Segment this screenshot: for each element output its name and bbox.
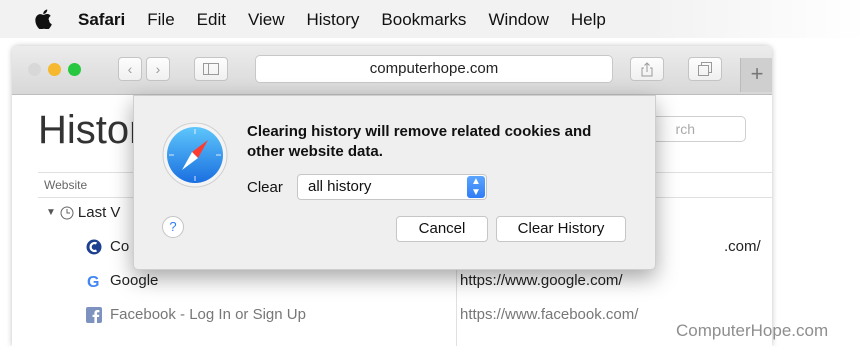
apple-icon[interactable] [34,9,52,29]
sidebar-button[interactable] [194,57,228,81]
back-button[interactable]: ‹ [118,57,142,81]
tabs-overview-button[interactable] [688,57,722,81]
cancel-button[interactable]: Cancel [396,216,488,242]
share-button[interactable] [630,57,664,81]
history-row-title: Google [110,272,159,289]
history-group-label: Last V [77,204,121,221]
dialog-message: Clearing history will remove related coo… [247,123,592,160]
svg-text:G: G [87,274,99,289]
clear-range-value: all history [308,178,372,195]
sidebar-icon [203,63,219,75]
clear-history-button[interactable]: Clear History [496,216,626,242]
computerhope-favicon-icon [86,239,102,255]
safari-compass-icon [162,122,228,188]
tabs-icon [698,62,712,76]
menu-app-name[interactable]: Safari [78,10,125,30]
menu-file[interactable]: File [147,10,174,30]
close-window-button[interactable] [28,63,41,76]
menu-view[interactable]: View [248,10,285,30]
history-row[interactable]: Facebook - Log In or Sign Up https://www… [38,300,772,330]
facebook-favicon-icon [86,307,102,323]
menu-bar: Safari File Edit View History Bookmarks … [0,0,866,38]
clock-icon [60,206,74,220]
disclosure-triangle-icon[interactable]: ▼ [46,198,56,228]
clear-label: Clear [247,179,283,196]
watermark: ComputerHope.com [676,321,829,340]
history-row-url: https://www.facebook.com/ [460,306,639,323]
clear-range-select[interactable]: all history ▲ ▼ [297,174,487,200]
menu-window[interactable]: Window [488,10,548,30]
search-input[interactable]: rch [642,116,746,142]
new-tab-button[interactable]: + [740,58,772,92]
history-row-url: .com/ [724,238,761,255]
forward-button[interactable]: › [146,57,170,81]
help-button[interactable]: ? [162,216,184,238]
toolbar: ‹ › computerhope.com [12,46,772,95]
updown-chevron-icon: ▲ ▼ [467,176,485,198]
column-website: Website [44,178,88,192]
history-row[interactable]: G Google https://www.google.com/ [38,266,772,296]
menu-help[interactable]: Help [571,10,606,30]
minimize-window-button[interactable] [48,63,61,76]
history-row-title: Facebook - Log In or Sign Up [110,306,306,323]
menu-edit[interactable]: Edit [197,10,226,30]
share-icon [641,61,653,76]
clear-history-dialog: Clearing history will remove related coo… [133,95,656,270]
google-favicon-icon: G [87,274,99,289]
menu-history[interactable]: History [307,10,360,30]
address-bar[interactable]: computerhope.com [255,55,613,83]
page-title: Histor [38,108,143,152]
zoom-window-button[interactable] [68,63,81,76]
chevron-right-icon: › [155,61,161,77]
history-row-title: Co [110,238,130,255]
chevron-left-icon: ‹ [127,61,133,77]
history-row-url: https://www.google.com/ [460,272,623,289]
menu-bookmarks[interactable]: Bookmarks [381,10,466,30]
